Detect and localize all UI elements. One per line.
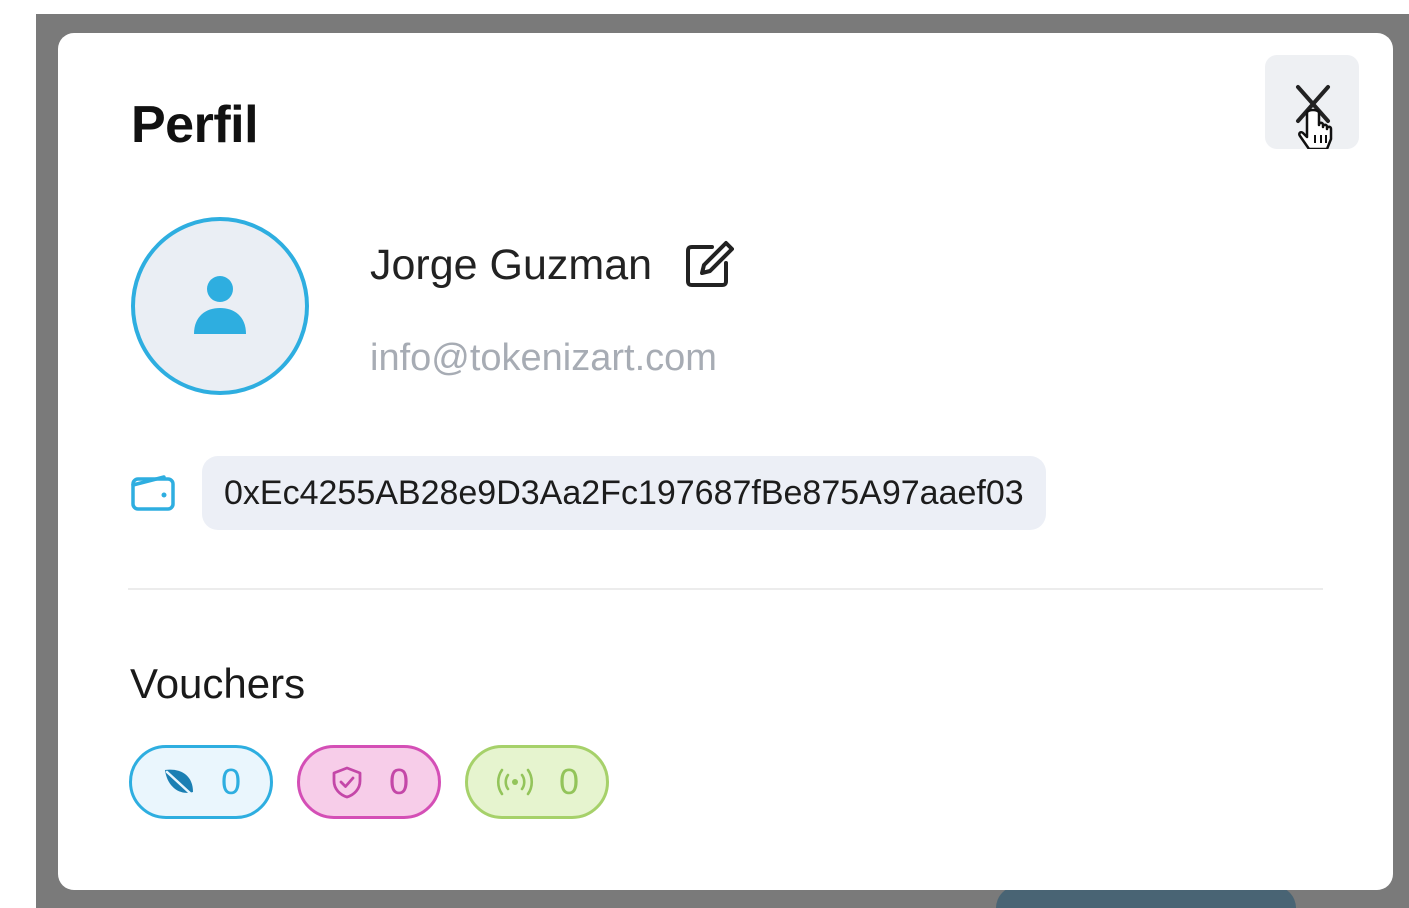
- voucher-chip-shield[interactable]: 0: [297, 745, 441, 819]
- shield-icon: [332, 766, 362, 799]
- profile-modal: Perfil Jorge Guzman info@tokenizart.com: [58, 33, 1393, 890]
- profile-email: info@tokenizart.com: [370, 337, 717, 379]
- wallet-address-pill[interactable]: 0xEc4255AB28e9D3Aa2Fc197687fBe875A97aaef…: [202, 456, 1046, 530]
- voucher-chip-broadcast[interactable]: 0: [465, 745, 609, 819]
- modal-title: Perfil: [131, 96, 259, 154]
- profile-name: Jorge Guzman: [370, 240, 653, 289]
- broadcast-icon: [496, 768, 534, 796]
- avatar[interactable]: [131, 217, 309, 395]
- close-button[interactable]: [1265, 55, 1359, 149]
- wallet-address: 0xEc4255AB28e9D3Aa2Fc197687fBe875A97aaef…: [224, 473, 1024, 512]
- close-icon: [1296, 85, 1333, 149]
- leaf-icon: [164, 769, 193, 796]
- voucher-chip-leaf[interactable]: 0: [129, 745, 273, 819]
- voucher-count: 0: [220, 761, 242, 802]
- user-icon: [194, 276, 246, 334]
- voucher-count: 0: [388, 761, 410, 802]
- edit-icon[interactable]: [682, 239, 735, 291]
- name-row: Jorge Guzman: [370, 239, 735, 291]
- vouchers-title: Vouchers: [130, 660, 306, 707]
- voucher-chips: 0 0 0: [129, 745, 609, 819]
- voucher-count: 0: [558, 761, 580, 802]
- divider: [128, 588, 1323, 590]
- wallet-icon: [131, 475, 175, 511]
